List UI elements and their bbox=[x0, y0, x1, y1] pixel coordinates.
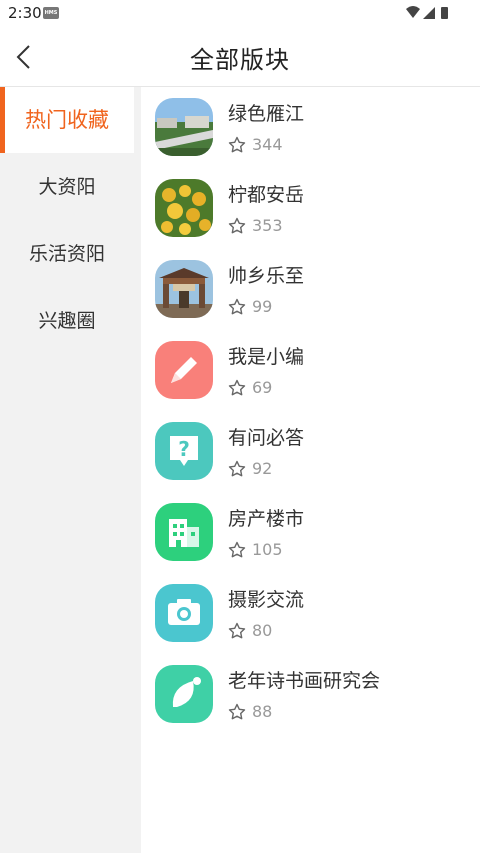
board-name: 我是小编 bbox=[228, 346, 305, 368]
board-name: 有问必答 bbox=[228, 427, 305, 449]
sidebar-item-lehuo-ziyang[interactable]: 乐活资阳 bbox=[0, 221, 134, 287]
favorite-count: 105 bbox=[252, 540, 283, 559]
board-name: 摄影交流 bbox=[228, 589, 305, 611]
board-item[interactable]: 绿色雁江 344 bbox=[141, 87, 480, 168]
star-icon[interactable] bbox=[228, 703, 246, 721]
board-item[interactable]: 帅乡乐至 99 bbox=[141, 249, 480, 330]
star-icon[interactable] bbox=[228, 298, 246, 316]
sidebar-item-label: 乐活资阳 bbox=[28, 243, 105, 265]
sidebar-item-interest-circle[interactable]: 兴趣圈 bbox=[0, 288, 134, 354]
status-icons bbox=[406, 6, 448, 19]
page-title: 全部版块 bbox=[190, 46, 290, 74]
battery-icon bbox=[441, 7, 448, 19]
favorite-count: 92 bbox=[252, 459, 273, 478]
pencil-icon bbox=[155, 341, 213, 399]
star-icon[interactable] bbox=[228, 622, 246, 640]
board-name: 房产楼市 bbox=[228, 508, 305, 530]
sidebar-item-label: 大资阳 bbox=[38, 176, 96, 198]
hms-badge-icon: HMS bbox=[43, 7, 59, 19]
board-item[interactable]: ? 有问必答 92 bbox=[141, 411, 480, 492]
question-icon: ? bbox=[155, 422, 213, 480]
sidebar-item-hot-favorites[interactable]: 热门收藏 bbox=[0, 87, 134, 153]
favorite-count: 344 bbox=[252, 135, 283, 154]
favorite-count: 69 bbox=[252, 378, 273, 397]
favorite-count: 80 bbox=[252, 621, 273, 640]
board-name: 柠都安岳 bbox=[228, 184, 305, 206]
favorite-count: 353 bbox=[252, 216, 283, 235]
star-icon[interactable] bbox=[228, 217, 246, 235]
board-name: 老年诗书画研究会 bbox=[228, 670, 381, 692]
wifi-icon bbox=[406, 6, 420, 18]
building-icon bbox=[155, 503, 213, 561]
leaf-icon bbox=[155, 665, 213, 723]
star-icon[interactable] bbox=[228, 379, 246, 397]
photo-lemon-icon bbox=[155, 179, 213, 237]
board-item[interactable]: 我是小编 69 bbox=[141, 330, 480, 411]
svg-text:?: ? bbox=[178, 437, 190, 461]
active-indicator bbox=[0, 87, 5, 153]
header: 全部版块 bbox=[0, 28, 480, 87]
board-item[interactable]: 老年诗书画研究会 88 bbox=[141, 654, 480, 735]
board-item[interactable]: 房产楼市 105 bbox=[141, 492, 480, 573]
sidebar-item-da-ziyang[interactable]: 大资阳 bbox=[0, 154, 134, 220]
star-icon[interactable] bbox=[228, 541, 246, 559]
sidebar-item-label: 热门收藏 bbox=[25, 108, 109, 132]
sidebar: 热门收藏 大资阳 乐活资阳 兴趣圈 bbox=[0, 87, 141, 853]
status-time: 2:30 bbox=[8, 4, 42, 22]
photo-gate-icon bbox=[155, 260, 213, 318]
sidebar-item-label: 兴趣圈 bbox=[38, 310, 96, 332]
board-item[interactable]: 摄影交流 80 bbox=[141, 573, 480, 654]
photo-city-icon bbox=[155, 98, 213, 156]
star-icon[interactable] bbox=[228, 136, 246, 154]
status-bar: 2:30 HMS bbox=[0, 0, 480, 28]
camera-icon bbox=[155, 584, 213, 642]
signal-icon bbox=[423, 7, 435, 19]
board-name: 绿色雁江 bbox=[228, 103, 305, 125]
favorite-count: 88 bbox=[252, 702, 273, 721]
star-icon[interactable] bbox=[228, 460, 246, 478]
board-list: 绿色雁江 344 柠都安岳 353 帅乡乐至 99 我是小编 69 ? 有问必答… bbox=[141, 87, 480, 853]
favorite-count: 99 bbox=[252, 297, 273, 316]
board-item[interactable]: 柠都安岳 353 bbox=[141, 168, 480, 249]
board-name: 帅乡乐至 bbox=[228, 265, 305, 287]
